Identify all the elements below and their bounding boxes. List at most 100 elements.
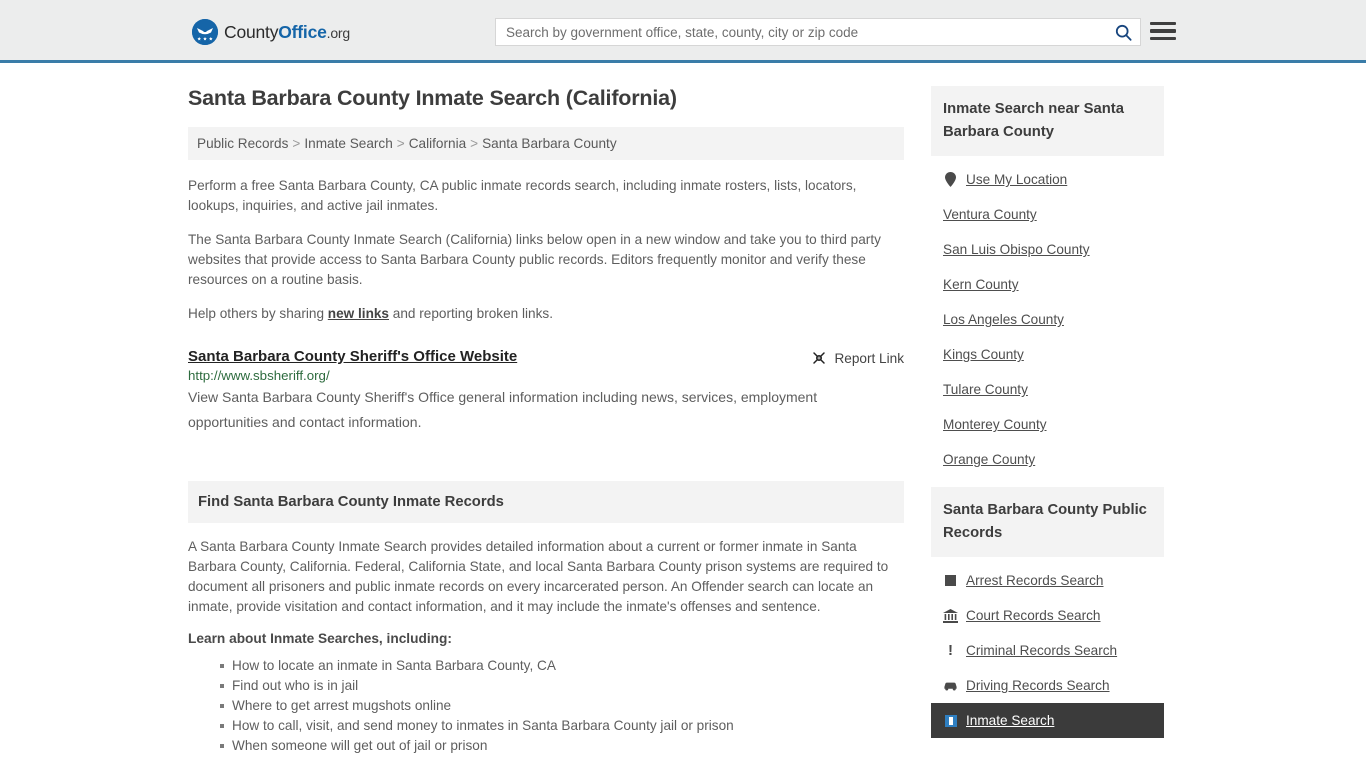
sidebar-item-label: Criminal Records Search <box>966 643 1118 658</box>
sidebar-item-label: Ventura County <box>943 207 1037 222</box>
main-content: Santa Barbara County Inmate Search (Cali… <box>188 86 904 756</box>
new-links-link[interactable]: new links <box>328 306 389 321</box>
list-item: Monterey County <box>931 407 1164 442</box>
breadcrumb-separator: > <box>292 136 301 151</box>
list-item: When someone will get out of jail or pri… <box>220 736 904 756</box>
help-text-before: Help others by sharing <box>188 306 328 321</box>
sidebar-item-criminal-records-search[interactable]: ! Criminal Records Search <box>931 633 1164 668</box>
breadcrumb-item-santa-barbara-county[interactable]: Santa Barbara County <box>482 136 617 151</box>
search-button[interactable] <box>1106 19 1140 45</box>
sidebar-item-tulare-county[interactable]: Tulare County <box>931 372 1164 407</box>
sidebar-item-inmate-search[interactable]: Inmate Search <box>931 703 1164 738</box>
exclamation-icon: ! <box>948 642 953 659</box>
learn-about-lead: Learn about Inmate Searches, including: <box>188 631 452 646</box>
sidebar-item-kings-county[interactable]: Kings County <box>931 337 1164 372</box>
menu-bar-3 <box>1150 36 1176 40</box>
content-container: Santa Barbara County Inmate Search (Cali… <box>188 63 1178 756</box>
sidebar-item-label: Arrest Records Search <box>966 573 1104 588</box>
help-text-after: and reporting broken links. <box>389 306 553 321</box>
list-item: Kings County <box>931 337 1164 372</box>
sidebar-item-monterey-county[interactable]: Monterey County <box>931 407 1164 442</box>
sidebar-item-label: Use My Location <box>966 172 1068 187</box>
id-card-icon <box>943 713 958 728</box>
sidebar-item-orange-county[interactable]: Orange County <box>931 442 1164 477</box>
search-bar[interactable] <box>495 18 1141 46</box>
sidebar-item-label: Monterey County <box>943 417 1047 432</box>
result-item: Report Link Santa Barbara County Sheriff… <box>188 348 904 435</box>
list-item: Driving Records Search <box>931 668 1164 703</box>
learn-about-list: How to locate an inmate in Santa Barbara… <box>188 656 904 756</box>
sidebar: Inmate Search near Santa Barbara County … <box>931 86 1164 756</box>
breadcrumb-item-public-records[interactable]: Public Records <box>197 136 288 151</box>
result-title-link[interactable]: Santa Barbara County Sheriff's Office We… <box>188 348 517 365</box>
section-body: A Santa Barbara County Inmate Search pro… <box>188 523 904 756</box>
car-icon <box>943 678 958 693</box>
list-item: Kern County <box>931 267 1164 302</box>
sidebar-item-label: Los Angeles County <box>943 312 1064 327</box>
list-item: Arrest Records Search <box>931 563 1164 598</box>
sidebar-item-use-my-location[interactable]: Use My Location <box>931 162 1164 197</box>
eagle-shield-icon <box>192 19 218 45</box>
logo-text-county: County <box>224 21 279 42</box>
list-item: Where to get arrest mugshots online <box>220 696 904 716</box>
sidebar-item-kern-county[interactable]: Kern County <box>931 267 1164 302</box>
site-header: CountyOffice.org <box>0 0 1366 63</box>
sidebar-heading-nearby: Inmate Search near Santa Barbara County <box>931 86 1164 156</box>
section-heading-find-records: Find Santa Barbara County Inmate Records <box>188 481 904 523</box>
page-title: Santa Barbara County Inmate Search (Cali… <box>188 86 677 110</box>
report-link-label: Report Link <box>834 350 904 366</box>
result-description: View Santa Barbara County Sheriff's Offi… <box>188 389 818 430</box>
breadcrumb-item-california[interactable]: California <box>409 136 466 151</box>
sidebar-public-records-list: Arrest Records Search Court Records Sear… <box>931 557 1164 738</box>
breadcrumb-item-inmate-search[interactable]: Inmate Search <box>304 136 392 151</box>
hamburger-menu-icon[interactable] <box>1150 19 1176 43</box>
list-item: Orange County <box>931 442 1164 477</box>
sidebar-item-driving-records-search[interactable]: Driving Records Search <box>931 668 1164 703</box>
help-paragraph: Help others by sharing new links and rep… <box>188 304 904 324</box>
sidebar-item-ventura-county[interactable]: Ventura County <box>931 197 1164 232</box>
result-url: http://www.sbsheriff.org/ <box>188 368 330 383</box>
section-paragraph: A Santa Barbara County Inmate Search pro… <box>188 539 889 614</box>
sidebar-heading-public-records: Santa Barbara County Public Records <box>931 487 1164 557</box>
list-item: Tulare County <box>931 372 1164 407</box>
logo-text-org: .org <box>326 24 351 41</box>
intro-paragraph-2: The Santa Barbara County Inmate Search (… <box>188 232 881 287</box>
intro-paragraph-1: Perform a free Santa Barbara County, CA … <box>188 178 857 213</box>
sidebar-public-records-block: Santa Barbara County Public Records Arre… <box>931 487 1164 738</box>
sidebar-item-label: San Luis Obispo County <box>943 242 1090 257</box>
sidebar-item-label: Tulare County <box>943 382 1028 397</box>
list-item: Los Angeles County <box>931 302 1164 337</box>
search-input[interactable] <box>496 19 1106 45</box>
menu-bar-1 <box>1150 22 1176 26</box>
search-icon <box>1115 24 1132 41</box>
square-badge-icon <box>943 573 958 588</box>
map-pin-icon <box>943 172 958 187</box>
menu-bar-2 <box>1150 29 1176 33</box>
page-body: Santa Barbara County Inmate Search (Cali… <box>0 63 1366 756</box>
sidebar-item-label: Kings County <box>943 347 1024 362</box>
sidebar-item-label: Orange County <box>943 452 1036 467</box>
report-link-button[interactable]: Report Link <box>811 350 904 366</box>
list-item: San Luis Obispo County <box>931 232 1164 267</box>
sidebar-item-label: Inmate Search <box>966 713 1055 728</box>
logo-wordmark: CountyOffice.org <box>224 22 350 43</box>
sidebar-item-court-records-search[interactable]: Court Records Search <box>931 598 1164 633</box>
sidebar-item-label: Driving Records Search <box>966 678 1110 693</box>
list-item: ! Criminal Records Search <box>931 633 1164 668</box>
sidebar-item-los-angeles-county[interactable]: Los Angeles County <box>931 302 1164 337</box>
sidebar-item-arrest-records-search[interactable]: Arrest Records Search <box>931 563 1164 598</box>
list-item: Find out who is in jail <box>220 676 904 696</box>
list-item: Use My Location <box>931 162 1164 197</box>
sidebar-item-san-luis-obispo-county[interactable]: San Luis Obispo County <box>931 232 1164 267</box>
list-item: How to locate an inmate in Santa Barbara… <box>220 656 904 676</box>
sidebar-item-label: Kern County <box>943 277 1019 292</box>
breadcrumb-separator: > <box>396 136 405 151</box>
list-item: Inmate Search <box>931 703 1164 738</box>
courthouse-icon <box>943 608 958 623</box>
sidebar-nearby-block: Inmate Search near Santa Barbara County … <box>931 86 1164 477</box>
breadcrumb: Public Records > Inmate Search > California >… <box>188 127 904 160</box>
list-item: How to call, visit, and send money to in… <box>220 716 904 736</box>
logo-text-office: Office <box>278 21 327 42</box>
site-logo[interactable]: CountyOffice.org <box>192 19 350 45</box>
sidebar-item-label: Court Records Search <box>966 608 1101 623</box>
